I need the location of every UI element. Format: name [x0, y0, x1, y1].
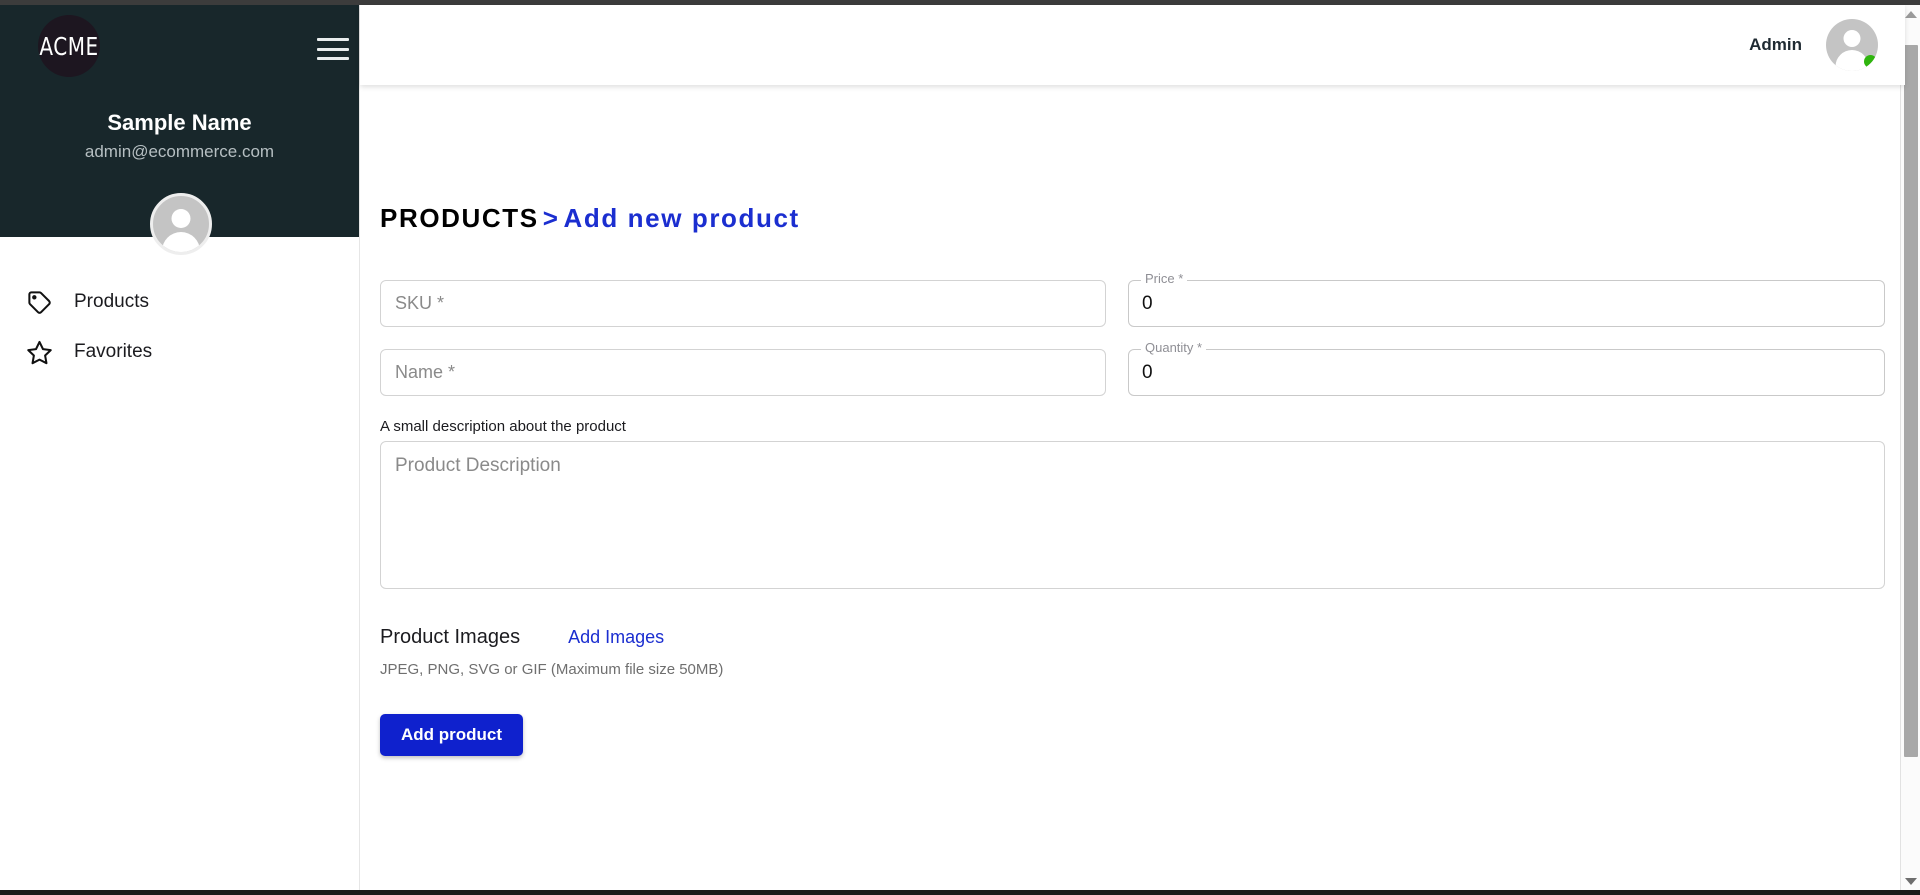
breadcrumb-root[interactable]: PRODUCTS	[380, 203, 539, 233]
quantity-input[interactable]	[1128, 349, 1885, 396]
form-column-left	[380, 280, 1106, 396]
form-row-1: Price * Quantity *	[380, 271, 1885, 396]
sidebar: ACME Sample Name admin@ecommerce.com Pro…	[0, 5, 360, 890]
page-scrollbar[interactable]	[1900, 5, 1920, 890]
add-images-link[interactable]: Add Images	[568, 627, 664, 648]
sku-input[interactable]	[380, 280, 1106, 327]
main-content: PRODUCTS>Add new product Price * Quantit…	[360, 85, 1905, 890]
star-icon	[18, 337, 60, 367]
sidebar-item-products[interactable]: Products	[0, 277, 359, 327]
tag-icon	[18, 287, 60, 317]
breadcrumb-current: Add new product	[563, 203, 800, 233]
online-status-dot	[1864, 55, 1877, 68]
price-label: Price *	[1141, 271, 1188, 286]
product-images-row: Product Images Add Images	[380, 626, 1885, 649]
scroll-up-triangle	[1905, 10, 1917, 18]
sidebar-user-avatar-icon	[150, 193, 212, 255]
quantity-label: Quantity *	[1141, 340, 1207, 355]
sidebar-item-favorites[interactable]: Favorites	[0, 327, 359, 377]
name-input[interactable]	[380, 349, 1106, 396]
scrollbar-thumb[interactable]	[1904, 45, 1918, 757]
product-images-title: Product Images	[380, 626, 521, 648]
product-images-hint: JPEG, PNG, SVG or GIF (Maximum file size…	[380, 661, 724, 678]
sidebar-item-label: Favorites	[74, 341, 153, 362]
breadcrumb: PRODUCTS > Add new product	[380, 203, 800, 234]
scroll-down-triangle	[1905, 877, 1917, 885]
add-product-form: Price * Quantity * A small description a…	[380, 271, 1885, 756]
description-label: A small description about the product	[380, 418, 626, 435]
hamburger-bar	[317, 47, 349, 51]
price-input[interactable]	[1128, 280, 1885, 327]
acme-logo-text: ACME	[39, 31, 99, 61]
top-bar: Admin	[360, 5, 1905, 85]
description-textarea[interactable]	[380, 441, 1885, 589]
window-bottom-strip	[0, 890, 1920, 895]
form-column-right: Price * Quantity *	[1128, 271, 1885, 396]
add-product-button[interactable]: Add product	[380, 714, 524, 756]
hamburger-menu-icon[interactable]	[317, 38, 349, 60]
account-label: Admin	[1749, 35, 1802, 54]
account-avatar[interactable]	[1826, 19, 1878, 71]
price-field: Price *	[1128, 271, 1885, 327]
hamburger-bar	[317, 57, 349, 60]
sidebar-nav: Products Favorites	[0, 277, 359, 377]
avatar-head	[1843, 30, 1861, 47]
avatar-body	[162, 232, 200, 252]
quantity-field: Quantity *	[1128, 340, 1885, 396]
hamburger-bar	[317, 38, 349, 41]
sidebar-item-label: Products	[74, 291, 149, 312]
avatar-head	[171, 209, 191, 228]
acme-logo[interactable]: ACME	[38, 15, 100, 77]
sidebar-user-name: Sample Name	[107, 110, 252, 135]
breadcrumb-separator: >	[542, 203, 560, 233]
sidebar-header: ACME Sample Name admin@ecommerce.com	[0, 5, 359, 255]
sidebar-user-email: admin@ecommerce.com	[84, 142, 275, 161]
scroll-down-arrow-icon[interactable]	[1901, 872, 1920, 890]
